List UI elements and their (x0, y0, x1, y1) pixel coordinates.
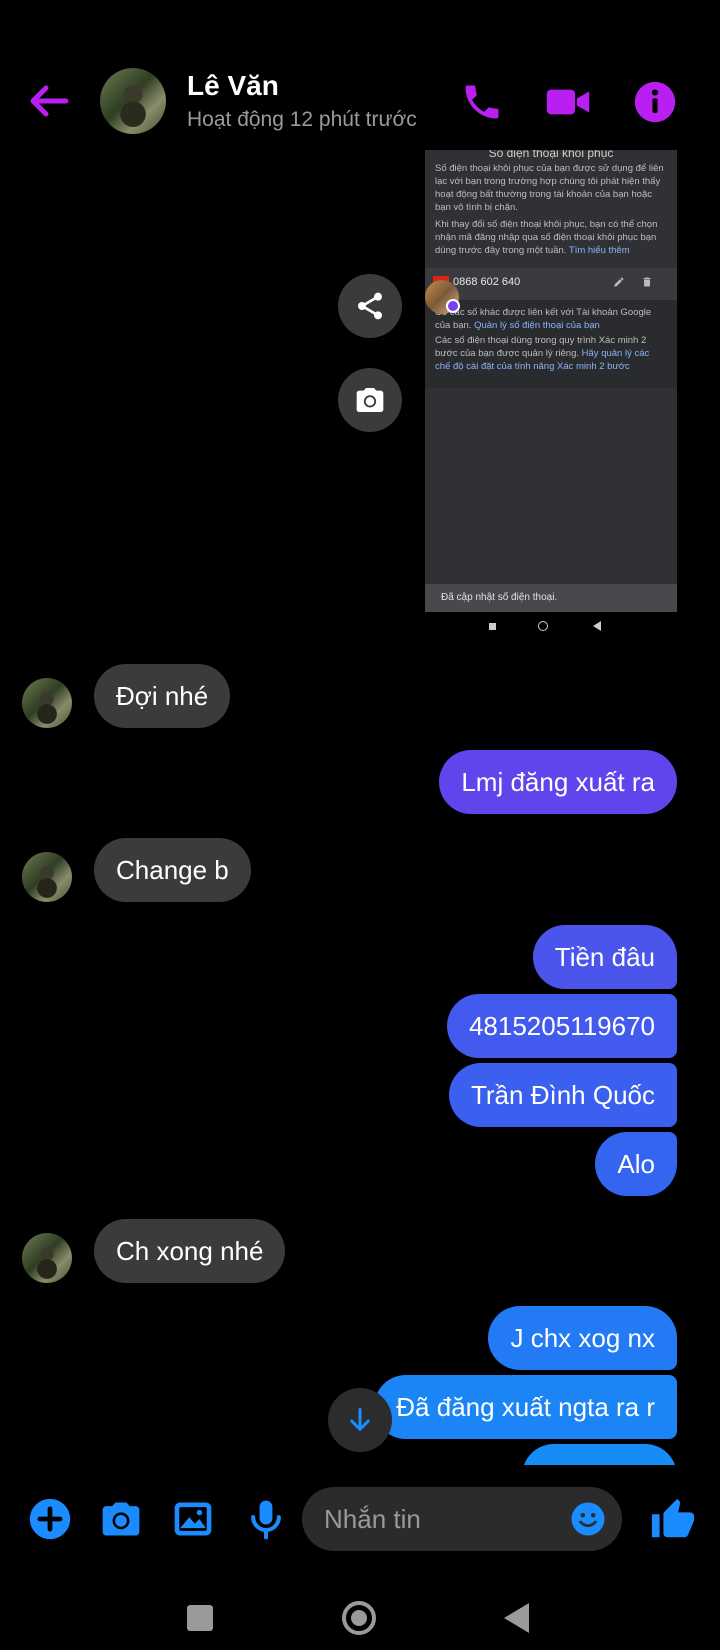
screenshot-paragraph-2: Khi thay đổi số điện thoại khôi phục, bạ… (435, 219, 658, 256)
back-nav-icon (593, 621, 601, 631)
phone-icon[interactable] (460, 80, 504, 124)
camera-button[interactable] (338, 368, 402, 432)
screenshot-paragraph-3: Có các số khác được liên kết với Tài kho… (435, 307, 652, 331)
screenshot-title: Số điện thoại khôi phục (488, 150, 614, 160)
back-nav-icon[interactable] (504, 1603, 529, 1633)
like-icon[interactable] (650, 1497, 696, 1543)
messenger-badge-icon (446, 299, 460, 313)
screenshot-navbar (425, 612, 677, 641)
message-bubble-incoming[interactable]: Change b (94, 838, 251, 902)
back-arrow-icon[interactable] (26, 78, 72, 124)
scroll-to-bottom-button[interactable] (328, 1388, 392, 1452)
contact-avatar-small[interactable] (22, 1233, 72, 1283)
gallery-icon[interactable] (171, 1497, 215, 1541)
screenshot-paragraph-1: Số điện thoại khôi phục của bạn được sử … (435, 163, 664, 213)
message-bubble-outgoing[interactable]: 4815205119670 (446, 994, 677, 1058)
microphone-icon[interactable] (244, 1497, 288, 1541)
screenshot-paragraph-4: Các số điện thoại dùng trong quy trình X… (435, 335, 650, 372)
camera-icon[interactable] (99, 1497, 143, 1541)
add-icon[interactable] (28, 1497, 72, 1541)
message-bubble-outgoing[interactable]: Alo (595, 1132, 677, 1196)
message-bubble-outgoing[interactable]: Đã đăng xuất ngta ra r (374, 1375, 677, 1439)
contact-avatar-small[interactable] (22, 678, 72, 728)
message-bubble-incoming[interactable]: Ch xong nhé (94, 1219, 286, 1283)
message-bubble-outgoing[interactable]: Lmj đăng xuất ra (439, 750, 677, 814)
message-bubble-outgoing[interactable]: J chx xog nx (488, 1306, 677, 1370)
home-nav-icon (538, 621, 548, 631)
camera-icon (356, 388, 384, 412)
message-input[interactable]: Nhắn tin (302, 1487, 622, 1551)
share-icon (358, 292, 382, 320)
contact-avatar[interactable] (100, 68, 166, 134)
message-bubble-outgoing[interactable]: Tiền đâu (532, 925, 677, 989)
info-icon[interactable] (633, 80, 677, 124)
arrow-down-icon (350, 1407, 370, 1431)
square-nav-icon (489, 623, 496, 630)
message-input-placeholder: Nhắn tin (324, 1504, 421, 1534)
recents-nav-icon[interactable] (187, 1605, 213, 1631)
emoji-icon[interactable] (570, 1501, 606, 1537)
screenshot-toast: Đã cập nhật số điện thoại. (425, 584, 677, 612)
share-button[interactable] (338, 274, 402, 338)
message-bubble-outgoing[interactable]: Trần Đình Quốc (448, 1063, 677, 1127)
delete-icon (643, 277, 651, 287)
home-nav-icon[interactable] (342, 1601, 376, 1635)
contact-name[interactable]: Lê Văn (187, 70, 279, 102)
screenshot-phone-number: 0868 602 640 (453, 276, 521, 288)
contact-avatar-small[interactable] (22, 852, 72, 902)
active-status: Hoạt động 12 phút trước (187, 108, 417, 131)
video-camera-icon[interactable] (545, 80, 591, 124)
shared-screenshot-image[interactable]: Số điện thoại khôi phục Số điện thoại kh… (425, 150, 677, 641)
system-nav-bar (0, 1575, 720, 1650)
message-bubble-incoming[interactable]: Đợi nhé (94, 664, 231, 728)
edit-icon (614, 277, 624, 287)
